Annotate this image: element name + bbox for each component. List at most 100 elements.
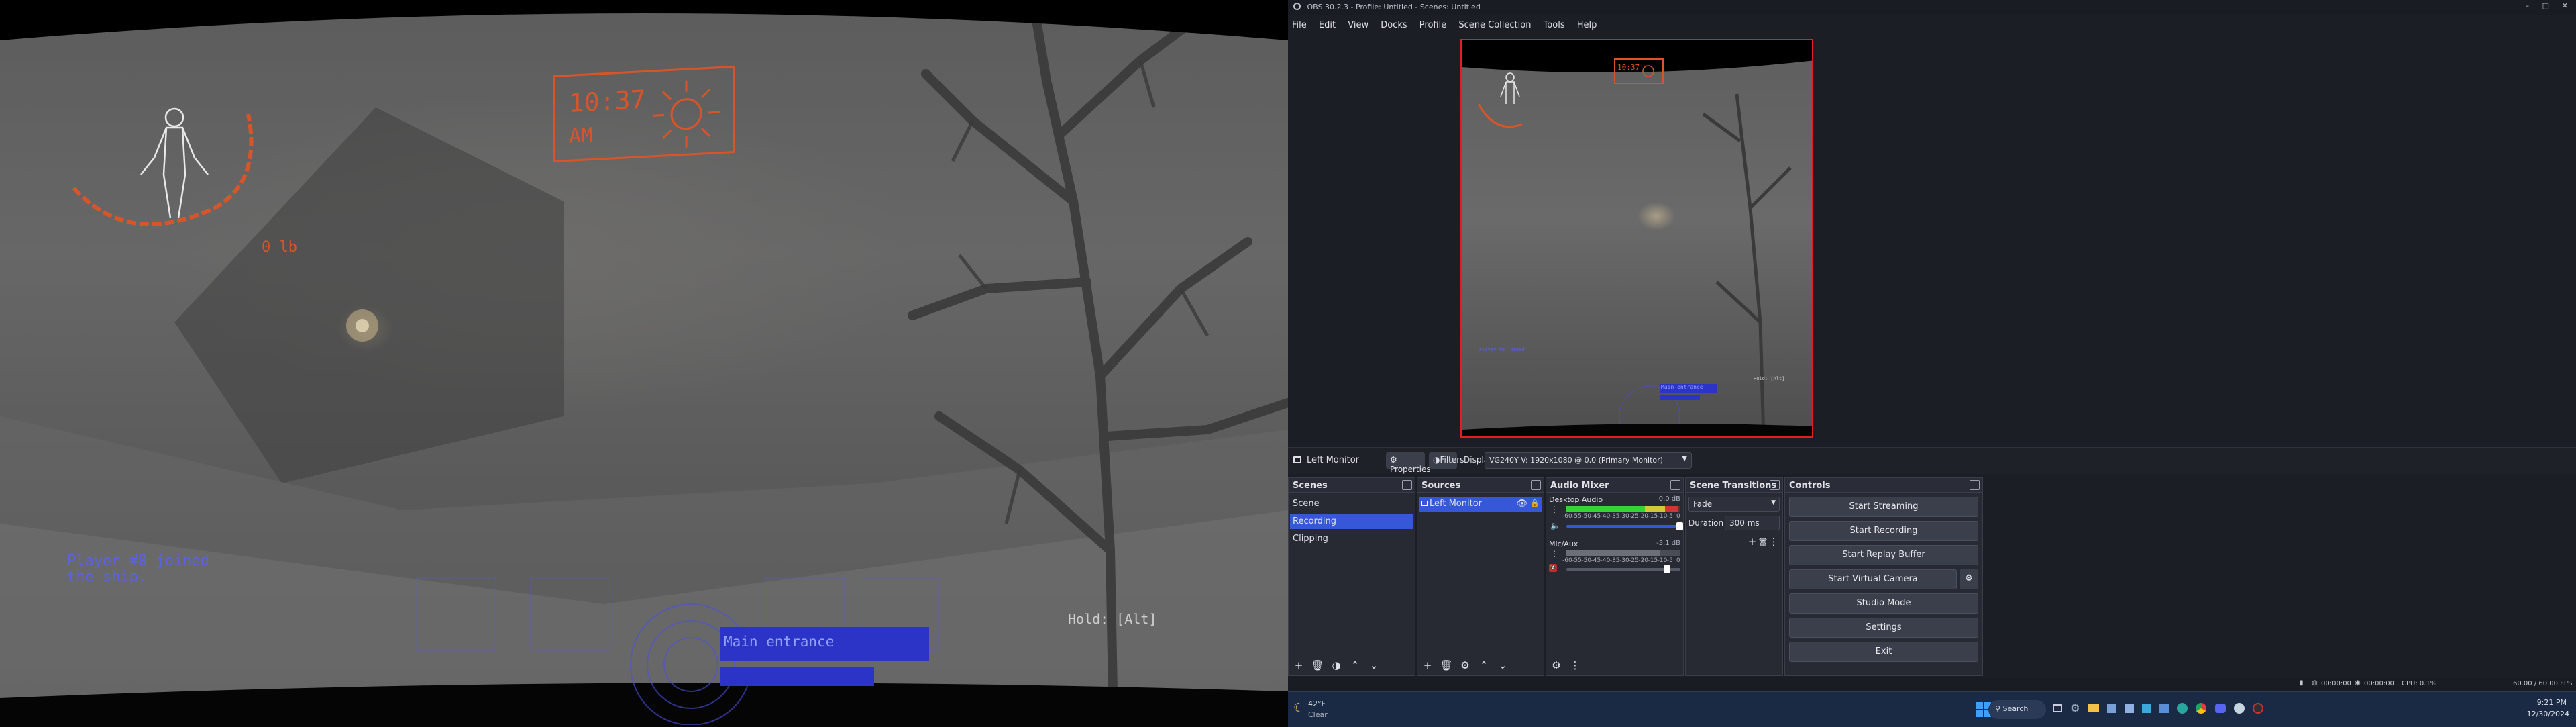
display-select[interactable]: VG240Y V: 1920x1080 @ 0,0 (Primary Monit… [1485, 452, 1692, 469]
arrow-up-icon[interactable]: ⌃ [1348, 658, 1362, 673]
gear-icon: ⚙ [1390, 455, 1397, 465]
app-icon[interactable] [2159, 703, 2169, 713]
hold-prompt: Hold: [Alt] [1068, 611, 1157, 627]
edge-browser-icon[interactable] [2177, 702, 2188, 714]
source-toolbar: Left Monitor ⚙ Properties ◑Filters Displ… [1288, 447, 2576, 474]
chrome-browser-icon[interactable] [2196, 702, 2207, 714]
menu-view[interactable]: View [1348, 20, 1368, 30]
trash-icon[interactable]: 🗑 [1439, 658, 1454, 673]
menu-scene-collection[interactable]: Scene Collection [1458, 20, 1531, 30]
start-recording-button[interactable]: Start Recording [1789, 521, 1978, 541]
scene-transitions-dock: Scene Transitions Fade ▼ Duration 300 ms … [1685, 477, 1783, 676]
audio-mixer-dock: Audio Mixer Desktop Audio 0.0 dB ⋮ -60 -5… [1546, 477, 1684, 676]
add-icon[interactable]: + [1748, 534, 1757, 549]
desktop-volume-slider[interactable] [1566, 522, 1683, 530]
steam-icon[interactable] [2233, 702, 2245, 714]
scene-item-selected[interactable]: Recording [1290, 514, 1413, 529]
slider-handle[interactable] [1664, 565, 1670, 573]
scene-item[interactable]: Clipping [1290, 532, 1413, 546]
virtual-camera-settings-icon[interactable]: ⚙ [1960, 569, 1978, 589]
settings-app-icon[interactable]: ⚙ [2070, 701, 2080, 714]
discord-icon[interactable] [2214, 703, 2226, 713]
weather-desc[interactable]: Clear [1308, 710, 1328, 719]
slider-handle[interactable] [1676, 522, 1683, 530]
db-tick-label: -30 [1619, 557, 1629, 564]
add-icon[interactable]: + [1420, 658, 1435, 673]
record-time: 00:00:00 [2364, 680, 2394, 687]
dock-float-icon[interactable] [1531, 480, 1541, 490]
clock-time[interactable]: 9:21 PM [2537, 698, 2567, 707]
minimize-icon[interactable]: – [2526, 1, 2530, 10]
menu-help[interactable]: Help [1577, 20, 1597, 30]
advanced-audio-icon[interactable]: ⚙ [1549, 658, 1564, 673]
preview-canvas[interactable]: Main entrance Hold: [Alt] 10:37 Player #… [1460, 39, 1813, 438]
moon-icon: ☾ [1293, 701, 1305, 715]
add-icon[interactable]: + [1291, 658, 1306, 673]
db-tick-label: -60 [1562, 557, 1572, 564]
preview-area[interactable]: Main entrance Hold: [Alt] 10:37 Player #… [1288, 34, 2576, 443]
trash-icon[interactable]: 🗑 [1758, 535, 1768, 550]
start-virtual-camera-button[interactable]: Start Virtual Camera [1789, 569, 1957, 589]
speaker-icon[interactable]: 🔈 [1550, 521, 1560, 530]
objective-underbar [720, 667, 874, 686]
filters-button[interactable]: ◑Filters [1429, 452, 1464, 469]
db-tick-label: -40 [1600, 557, 1611, 564]
file-explorer-icon[interactable] [2088, 704, 2099, 712]
title-bar: OBS 30.2.3 - Profile: Untitled - Scenes:… [1288, 0, 2576, 15]
settings-button[interactable]: Settings [1789, 618, 1978, 638]
exit-button[interactable]: Exit [1789, 642, 1978, 662]
sources-title: Sources [1421, 481, 1461, 491]
kebab-menu-icon[interactable]: ⋮ [1769, 534, 1779, 549]
obs-taskbar-icon[interactable] [2252, 702, 2263, 714]
weather-temp[interactable]: 42°F [1308, 699, 1326, 708]
filter-icon[interactable]: ◑ [1329, 658, 1344, 673]
eye-icon[interactable]: 👁 [1516, 499, 1527, 509]
app-icon[interactable] [2106, 703, 2116, 713]
menu-file[interactable]: File [1292, 20, 1307, 30]
chat-log: Player #0 joined the ship. [67, 553, 209, 585]
db-tick-label: -55 [1572, 513, 1582, 520]
trash-icon[interactable]: 🗑 [1310, 658, 1325, 673]
app-icon[interactable] [2124, 703, 2134, 713]
clock-date[interactable]: 12/30/2024 [2527, 710, 2569, 718]
scenes-toolbar: + 🗑 ◑ ⌃ ⌄ [1291, 658, 1385, 673]
kebab-menu-icon[interactable]: ⋮ [1568, 658, 1582, 673]
db-tick-label: -50 [1581, 557, 1592, 564]
controls-dock: Controls Start Streaming Start Recording… [1784, 477, 1983, 676]
db-tick-label: 0 [1676, 557, 1680, 564]
dock-float-icon[interactable] [1970, 480, 1980, 490]
gear-icon[interactable]: ⚙ [1458, 658, 1472, 673]
menu-edit[interactable]: Edit [1319, 20, 1336, 30]
arrow-down-icon[interactable]: ⌄ [1366, 658, 1381, 673]
kebab-menu-icon[interactable]: ⋮ [1550, 549, 1558, 559]
scene-item[interactable]: Scene [1290, 497, 1413, 512]
start-streaming-button[interactable]: Start Streaming [1789, 497, 1978, 517]
source-item-selected[interactable]: Left Monitor 👁 🔒 [1419, 497, 1542, 512]
mic-muted-icon[interactable]: 🔇 [1549, 564, 1557, 572]
dock-float-icon[interactable] [1670, 480, 1680, 490]
maximize-icon[interactable]: □ [2542, 1, 2549, 10]
close-icon[interactable]: ✕ [2562, 1, 2568, 10]
menu-tools[interactable]: Tools [1544, 20, 1565, 30]
weight-label: 0 lb [262, 239, 297, 256]
arrow-down-icon[interactable]: ⌄ [1495, 658, 1510, 673]
dock-float-icon[interactable] [1402, 480, 1412, 490]
db-tick-label: -40 [1600, 513, 1611, 520]
mic-volume-slider[interactable] [1566, 565, 1680, 573]
taskbar-search[interactable]: ⚲ Search [1988, 700, 2046, 719]
menu-profile[interactable]: Profile [1419, 20, 1446, 30]
kebab-menu-icon[interactable]: ⋮ [1550, 505, 1558, 514]
menu-docks[interactable]: Docks [1381, 20, 1407, 30]
dock-float-icon[interactable] [1770, 480, 1780, 490]
studio-mode-button[interactable]: Studio Mode [1789, 593, 1978, 614]
app-icon[interactable] [2142, 703, 2152, 713]
arrow-up-icon[interactable]: ⌃ [1477, 658, 1491, 673]
task-view-icon[interactable] [2053, 704, 2062, 712]
properties-button[interactable]: ⚙ Properties [1386, 452, 1431, 474]
transition-select[interactable]: Fade ▼ [1688, 497, 1780, 512]
obs-window: OBS 30.2.3 - Profile: Untitled - Scenes:… [1288, 0, 2576, 727]
duration-spinbox[interactable]: 300 ms [1725, 516, 1780, 530]
clock-period: AM [569, 123, 594, 148]
lock-icon[interactable]: 🔒 [1530, 499, 1540, 507]
start-replay-buffer-button[interactable]: Start Replay Buffer [1789, 545, 1978, 565]
